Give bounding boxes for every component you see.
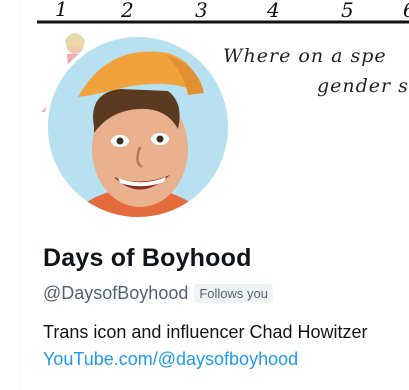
profile-avatar[interactable] [44,33,232,221]
ruler-number-5: 5 [341,0,354,22]
ruler-number-1: 1 [55,0,68,21]
profile-bio: Trans icon and influencer Chad Howitzer [43,322,368,342]
profile-handle: @DaysofBoyhood [43,282,189,303]
ruler-number-3: 3 [195,0,208,22]
banner-caption-line1: Where on a spe [223,45,387,67]
handle-row: @DaysofBoyhood Follows you [43,282,273,304]
avatar-photo [48,37,228,217]
ruler-number-2: 2 [120,0,134,22]
follows-you-badge: Follows you [194,283,273,303]
ruler-number-6: 6 [403,0,409,22]
profile-website-link[interactable]: YouTube.com/@daysofboyhood [43,349,298,370]
profile-display-name: Days of Boyhood [43,244,252,272]
ruler-number-4: 4 [266,0,280,22]
banner-caption-line2: gender s [317,75,409,97]
